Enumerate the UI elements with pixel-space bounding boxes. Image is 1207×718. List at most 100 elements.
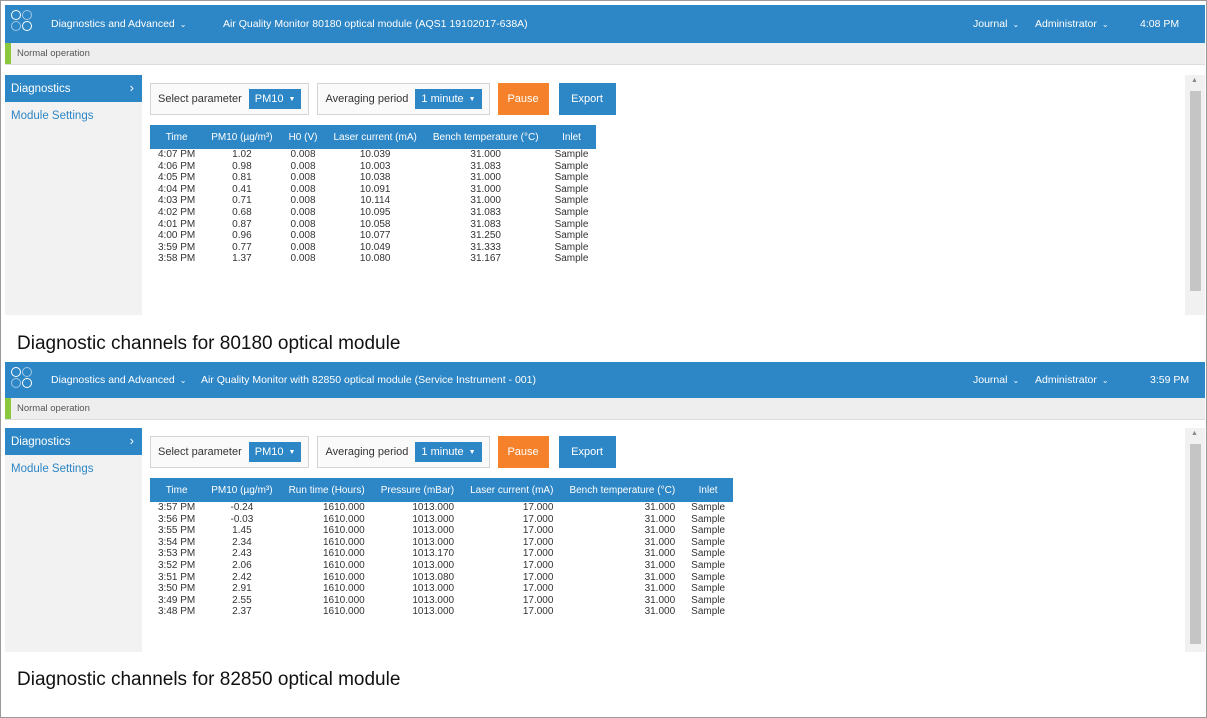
table-cell: 0.008 <box>290 195 316 207</box>
column-header[interactable]: Bench temperature (°C) <box>561 478 683 502</box>
scrollbar-thumb[interactable] <box>1190 91 1201 291</box>
export-button[interactable]: Export <box>558 436 616 468</box>
table-row: 4:05 PM 0.81 0.008 10.038 31.000 Sample <box>150 172 596 184</box>
table-cell: 0.68 <box>232 206 252 218</box>
table-cell: 17.000 <box>522 606 554 618</box>
table-row: 3:52 PM 2.06 1610.000 1013.000 17.000 31.000 S… <box>150 560 733 572</box>
column-header[interactable]: PM10 (µg/m³) <box>203 478 280 502</box>
user-menu[interactable]: Administrator ⌄ <box>1035 362 1109 398</box>
chevron-down-icon: ⌄ <box>1101 19 1109 29</box>
status-text: Normal operation <box>17 48 90 59</box>
table-cell: 0.008 <box>290 149 316 160</box>
scroll-up-icon[interactable]: ▲ <box>1191 77 1198 84</box>
table-cell: 0.87 <box>232 218 252 230</box>
table-cell: 1610.000 <box>323 536 365 548</box>
table-cell: 1610.000 <box>323 502 365 513</box>
table-cell: 1013.000 <box>412 583 455 595</box>
controls-row: Select parameter PM10 ▼ Averaging period… <box>150 83 626 115</box>
table-cell: 17.000 <box>522 571 554 583</box>
app-logo-icon[interactable] <box>11 10 37 36</box>
table-cell: 3:49 PM <box>158 594 196 606</box>
vertical-scrollbar[interactable]: ▲ <box>1185 428 1205 652</box>
table-cell: 4:01 PM <box>158 218 196 230</box>
table-cell: 17.000 <box>522 513 554 525</box>
column-header[interactable]: Time <box>150 478 203 502</box>
column-header[interactable]: Inlet <box>547 125 597 149</box>
table-cell: 1013.000 <box>412 525 455 537</box>
table-cell: 3:58 PM <box>158 253 196 265</box>
column-header[interactable]: Pressure (mBar) <box>373 478 462 502</box>
column-header[interactable]: Bench temperature (°C) <box>425 125 547 149</box>
table-cell: 17.000 <box>522 502 554 513</box>
table-cell: 1013.000 <box>412 536 455 548</box>
vertical-scrollbar[interactable]: ▲ <box>1185 75 1205 315</box>
main-content: Select parameter PM10 ▼ Averaging period… <box>142 75 1185 315</box>
parameter-dropdown[interactable]: PM10 ▼ <box>248 89 302 109</box>
journal-menu[interactable]: Journal ⌄ <box>973 362 1019 398</box>
column-header[interactable]: Time <box>150 125 203 149</box>
table-row: 4:03 PM 0.71 0.008 10.114 31.000 Sample <box>150 195 596 207</box>
table-cell: 2.06 <box>232 559 252 571</box>
table-cell: 3:55 PM <box>158 525 196 537</box>
sidebar-item-label: Diagnostics <box>11 82 71 95</box>
parameter-dropdown[interactable]: PM10 ▼ <box>248 442 302 462</box>
table-cell: 3:59 PM <box>158 241 196 253</box>
table-cell: 10.077 <box>359 230 391 242</box>
table-cell: Sample <box>691 583 726 595</box>
column-header[interactable]: H0 (V) <box>281 125 326 149</box>
diagnostics-menu[interactable]: Diagnostics and Advanced ⌄ <box>51 362 186 398</box>
sidebar-item-diagnostics[interactable]: Diagnostics › <box>5 75 142 102</box>
pause-button[interactable]: Pause <box>497 83 549 115</box>
diagnostics-table: Time PM10 (µg/m³) H0 (V) Laser current (mA)… <box>150 125 597 265</box>
table-cell: Sample <box>554 149 589 160</box>
table-cell: 10.003 <box>359 160 391 172</box>
app-logo-icon[interactable] <box>11 367 37 393</box>
table-row: 4:06 PM 0.98 0.008 10.003 31.083 Sample <box>150 161 596 173</box>
sidebar-item-diagnostics[interactable]: Diagnostics › <box>5 428 142 455</box>
scrollbar-thumb[interactable] <box>1190 444 1201 644</box>
column-header[interactable]: Laser current (mA) <box>325 125 424 149</box>
pause-button[interactable]: Pause <box>497 436 549 468</box>
table-row: 3:53 PM 2.43 1610.000 1013.170 17.000 31.000 S… <box>150 548 733 560</box>
table-cell: 10.080 <box>359 253 391 265</box>
column-header[interactable]: PM10 (µg/m³) <box>203 125 280 149</box>
table-cell: 1013.080 <box>412 571 455 583</box>
table-cell: Sample <box>554 172 589 184</box>
column-header[interactable]: Run time (Hours) <box>281 478 373 502</box>
table-cell: 3:52 PM <box>158 559 196 571</box>
table-cell: Sample <box>691 536 726 548</box>
column-header[interactable]: Inlet <box>683 478 733 502</box>
table-cell: 17.000 <box>522 583 554 595</box>
diagnostics-menu[interactable]: Diagnostics and Advanced ⌄ <box>51 5 186 43</box>
table-cell: 1.02 <box>232 149 252 160</box>
table-cell: 1610.000 <box>323 559 365 571</box>
averaging-dropdown[interactable]: 1 minute ▼ <box>415 442 482 462</box>
parameter-selector: Select parameter PM10 ▼ <box>150 83 310 115</box>
table-cell: 10.114 <box>360 195 391 207</box>
figure-caption: Diagnostic channels for 82850 optical mo… <box>17 669 401 690</box>
parameter-selector: Select parameter PM10 ▼ <box>150 436 310 468</box>
table-cell: 31.333 <box>470 241 501 253</box>
table-cell: Sample <box>554 206 589 218</box>
export-button[interactable]: Export <box>558 83 616 115</box>
sidebar-item-module-settings[interactable]: Module Settings <box>5 455 142 482</box>
column-header[interactable]: Laser current (mA) <box>462 478 561 502</box>
table-cell: 17.000 <box>522 536 554 548</box>
table-cell: 0.008 <box>290 218 316 230</box>
user-menu[interactable]: Administrator ⌄ <box>1035 5 1109 43</box>
clock: 3:59 PM <box>1150 374 1190 386</box>
sidebar-item-module-settings[interactable]: Module Settings <box>5 102 142 129</box>
table-cell: Sample <box>554 195 589 207</box>
table-cell: 1013.000 <box>412 606 455 618</box>
averaging-dropdown[interactable]: 1 minute ▼ <box>415 89 482 109</box>
table-cell: 1610.000 <box>323 606 365 618</box>
table-cell: 1610.000 <box>323 525 365 537</box>
table-cell: 3:48 PM <box>158 606 196 618</box>
table-cell: 1013.000 <box>412 594 455 606</box>
table-cell: 4:02 PM <box>158 206 196 218</box>
journal-menu[interactable]: Journal ⌄ <box>973 5 1019 43</box>
status-bar: Normal operation <box>5 398 1205 420</box>
scroll-up-icon[interactable]: ▲ <box>1191 430 1198 437</box>
journal-menu-label: Journal <box>973 18 1008 30</box>
table-cell: 0.008 <box>290 230 316 242</box>
